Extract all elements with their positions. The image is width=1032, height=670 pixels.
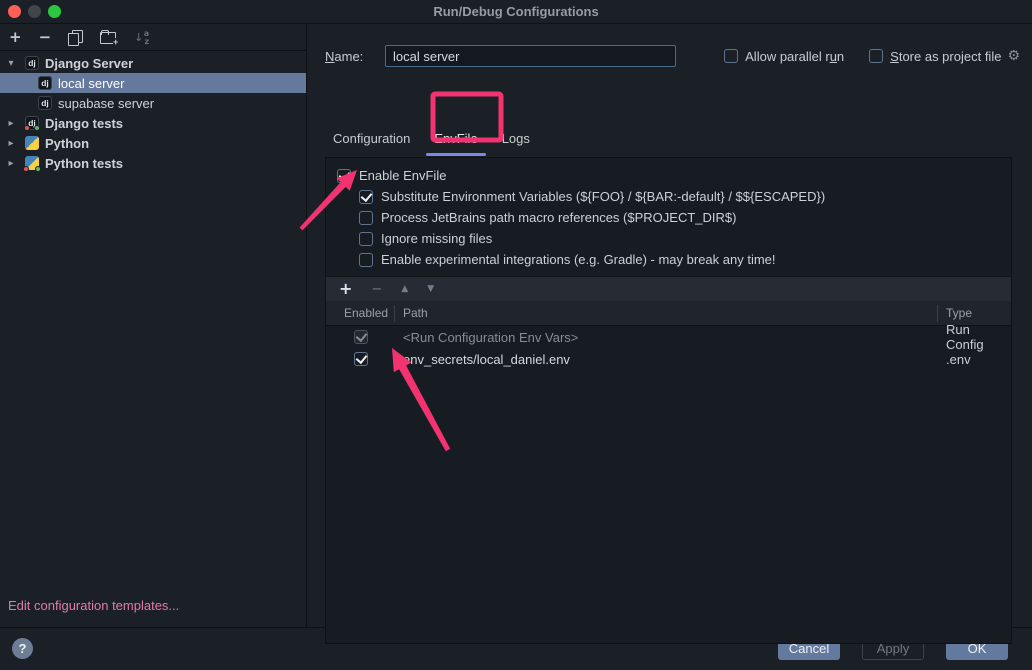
enable-envfile-checkbox[interactable] — [337, 169, 351, 183]
add-configuration-icon[interactable]: + — [9, 30, 22, 45]
enable-envfile-option[interactable]: Enable EnvFile — [337, 165, 1003, 186]
process-path-macro-checkbox[interactable] — [359, 211, 373, 225]
row-type: .env — [938, 352, 1011, 367]
column-header-enabled: Enabled — [326, 305, 395, 322]
allow-parallel-run-label: Allow parallel run — [745, 49, 844, 64]
test-passed-dot — [35, 166, 41, 172]
column-header-path: Path — [395, 305, 938, 322]
django-icon: dj — [38, 96, 52, 110]
sort-configurations-icon[interactable]: ↓ a z — [134, 30, 150, 45]
tree-item-local-server[interactable]: dj local server — [0, 73, 306, 93]
column-header-type: Type — [938, 306, 1011, 320]
move-down-icon[interactable]: ▼ — [427, 285, 434, 294]
ignore-missing-files-checkbox[interactable] — [359, 232, 373, 246]
window-title: Run/Debug Configurations — [433, 4, 598, 19]
run-debug-configurations-dialog: Run/Debug Configurations + − + ↓ a z ▾ d… — [0, 0, 1032, 670]
gear-icon[interactable]: ⚙ — [1007, 48, 1020, 64]
python-icon — [25, 136, 39, 150]
test-passed-dot — [34, 125, 40, 131]
allow-parallel-run-option[interactable]: Allow parallel run — [724, 49, 844, 64]
tree-item-label: supabase server — [58, 96, 154, 111]
titlebar: Run/Debug Configurations — [0, 0, 1032, 24]
close-window-button[interactable] — [8, 5, 21, 18]
python-tests-icon — [25, 156, 39, 170]
experimental-integrations-checkbox[interactable] — [359, 253, 373, 267]
sort-arrow-glyph: ↓ — [134, 31, 143, 44]
traffic-lights — [8, 5, 61, 18]
configurations-sidebar: + − + ↓ a z ▾ dj Django Server dj l — [0, 24, 307, 627]
tree-item-supabase-server[interactable]: dj supabase server — [0, 93, 306, 113]
experimental-integrations-option[interactable]: Enable experimental integrations (e.g. G… — [359, 249, 1003, 270]
tree-item-label: local server — [58, 76, 124, 91]
test-failed-dot — [24, 125, 30, 131]
table-row[interactable]: env_secrets/local_daniel.env .env — [326, 348, 1011, 370]
ignore-missing-files-label: Ignore missing files — [381, 231, 492, 246]
store-as-project-file-option[interactable]: Store as project file ⚙ — [869, 48, 1020, 64]
row-path: <Run Configuration Env Vars> — [395, 330, 938, 345]
process-path-macro-option[interactable]: Process JetBrains path macro references … — [359, 207, 1003, 228]
substitute-env-vars-label: Substitute Environment Variables (${FOO}… — [381, 189, 825, 204]
process-path-macro-label: Process JetBrains path macro references … — [381, 210, 736, 225]
configuration-editor: Name: Allow parallel run Store as projec… — [307, 24, 1032, 627]
test-failed-dot — [23, 166, 29, 172]
row-type: Run Config — [938, 322, 1011, 352]
tree-item-python-tests[interactable]: ▸ Python tests — [0, 153, 306, 173]
row-path: env_secrets/local_daniel.env — [395, 352, 938, 367]
table-row[interactable]: <Run Configuration Env Vars> Run Config — [326, 326, 1011, 348]
django-icon: dj — [25, 56, 39, 70]
configurations-tree: ▾ dj Django Server dj local server dj su… — [0, 51, 306, 627]
env-files-table: <Run Configuration Env Vars> Run Config … — [326, 326, 1011, 370]
chevron-right-icon[interactable]: ▸ — [4, 138, 18, 149]
django-icon: dj — [38, 76, 52, 90]
store-as-project-file-checkbox[interactable] — [869, 49, 883, 63]
move-up-icon[interactable]: ▲ — [401, 285, 408, 294]
chevron-right-icon[interactable]: ▸ — [4, 118, 18, 129]
tab-envfile[interactable]: EnvFile — [422, 121, 489, 157]
new-folder-icon[interactable]: + — [100, 30, 117, 44]
ignore-missing-files-option[interactable]: Ignore missing files — [359, 228, 1003, 249]
sort-z-glyph: z — [145, 37, 150, 46]
minimize-window-button[interactable] — [28, 5, 41, 18]
tree-item-label: Python — [45, 136, 89, 151]
envfile-panel: Enable EnvFile Substitute Environment Va… — [325, 157, 1012, 644]
env-files-toolbar: + − ▲ ▼ — [326, 276, 1011, 301]
chevron-down-icon[interactable]: ▾ — [4, 58, 18, 69]
tree-item-django-tests[interactable]: ▸ dj Django tests — [0, 113, 306, 133]
folder-plus-badge: + — [113, 38, 118, 47]
tab-logs[interactable]: Logs — [490, 121, 542, 157]
row-enabled-checkbox — [354, 330, 368, 344]
row-enabled-checkbox[interactable] — [354, 352, 368, 366]
tab-configuration[interactable]: Configuration — [325, 121, 422, 157]
tree-item-label: Python tests — [45, 156, 123, 171]
sidebar-toolbar: + − + ↓ a z — [0, 24, 306, 51]
configuration-tabs: Configuration EnvFile Logs — [325, 121, 542, 157]
add-env-file-icon[interactable]: + — [339, 281, 352, 297]
configuration-name-input[interactable] — [385, 45, 676, 67]
enable-envfile-label: Enable EnvFile — [359, 168, 446, 183]
env-files-table-header: Enabled Path Type — [326, 301, 1011, 326]
name-label: Name: — [325, 49, 385, 64]
django-tests-icon: dj — [25, 116, 39, 130]
substitute-env-vars-option[interactable]: Substitute Environment Variables (${FOO}… — [359, 186, 1003, 207]
store-as-project-file-label: Store as project file — [890, 49, 1001, 64]
experimental-integrations-label: Enable experimental integrations (e.g. G… — [381, 252, 776, 267]
help-icon[interactable]: ? — [12, 638, 33, 659]
tree-item-label: Django tests — [45, 116, 123, 131]
substitute-env-vars-checkbox[interactable] — [359, 190, 373, 204]
zoom-window-button[interactable] — [48, 5, 61, 18]
name-row: Name: Allow parallel run Store as projec… — [325, 45, 1020, 67]
tree-item-python[interactable]: ▸ Python — [0, 133, 306, 153]
copy-configuration-icon[interactable] — [68, 30, 83, 45]
envfile-options: Enable EnvFile Substitute Environment Va… — [326, 158, 1011, 276]
edit-configuration-templates-link[interactable]: Edit configuration templates... — [8, 598, 179, 613]
tree-item-django-server[interactable]: ▾ dj Django Server — [0, 53, 306, 73]
chevron-right-icon[interactable]: ▸ — [4, 158, 18, 169]
allow-parallel-run-checkbox[interactable] — [724, 49, 738, 63]
remove-configuration-icon[interactable]: − — [39, 30, 52, 45]
tree-item-label: Django Server — [45, 56, 133, 71]
remove-env-file-icon[interactable]: − — [371, 283, 382, 296]
